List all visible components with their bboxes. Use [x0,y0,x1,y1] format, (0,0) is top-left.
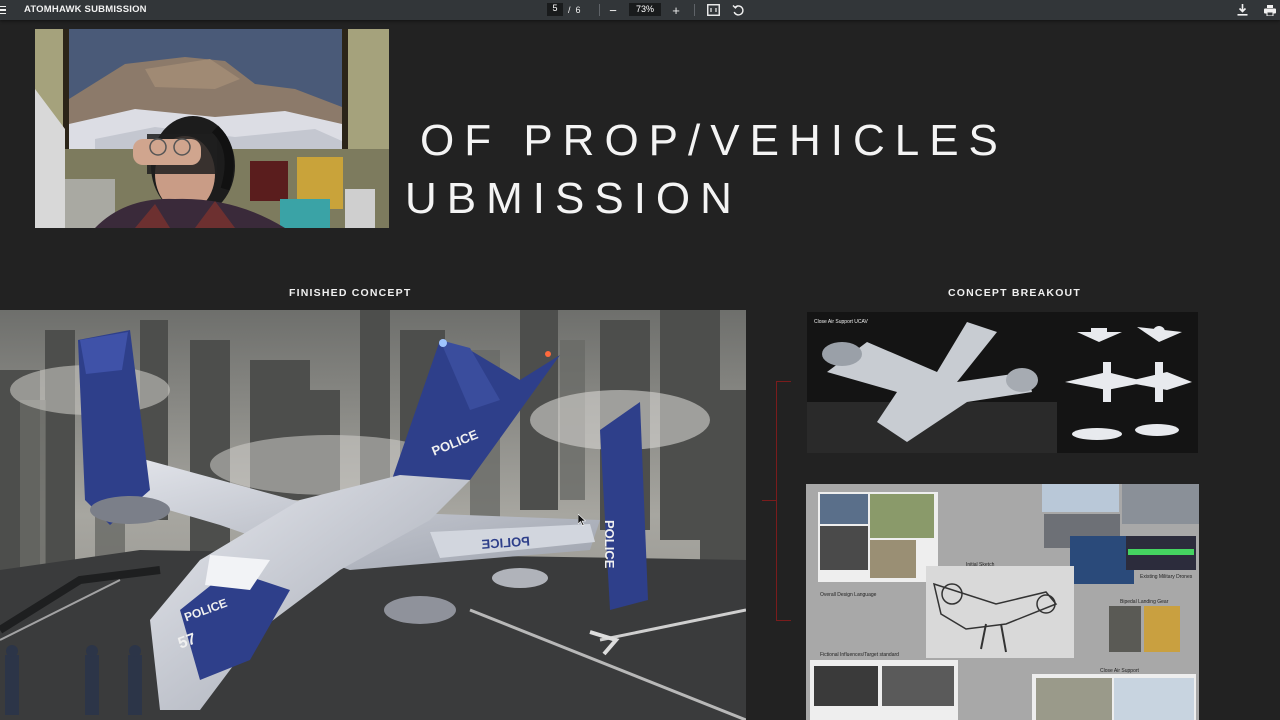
ucav-sheet-header: Close Air Support UCAV [814,319,868,325]
page-total: 6 [575,4,581,15]
concept-breakout-sheet-bottom: Initial Sketch Overall Design Language E… [806,484,1199,720]
fit-page-icon [706,4,720,16]
police-aircraft-illustration: POLICE POLICE POLICE POLICE 57 [0,310,746,720]
breakout-bracket [776,381,791,621]
zoom-level-input[interactable]: 73% [629,3,661,16]
mouse-cursor-icon [578,514,586,526]
slide-title-line-2: UBMISSION [405,174,742,223]
concept-breakout-label: CONCEPT BREAKOUT [948,287,1081,299]
tail-police-text: POLICE [602,520,617,569]
webcam-feed-image [35,29,389,228]
toolbar-divider [694,4,695,16]
slide-title-line-1: OF PROP/VEHICLES [420,116,1008,165]
reference-moodboard: Initial Sketch Overall Design Language E… [806,484,1199,720]
menu-icon[interactable] [0,3,8,17]
close-air-support-label: Close Air Support [1100,668,1140,674]
finished-concept-image: POLICE POLICE POLICE POLICE 57 [0,310,746,720]
page-number-input[interactable]: 5 [547,3,563,16]
initial-sketch-label: Initial Sketch [966,562,995,568]
fictional-influences-label: Fictional Influences/Target standard [820,652,899,658]
download-icon [1237,4,1247,16]
existing-drones-label: Existing Military Drones [1140,574,1193,580]
document-title: ATOMHAWK SUBMISSION [24,4,147,15]
rotate-icon [732,4,744,16]
slide-title: OF PROP/VEHICLES UBMISSION [405,112,1008,228]
print-icon [1264,4,1276,16]
ucav-render-sheet: Close Air Support UCAV [807,312,1198,453]
page-navigation: 5 / 6 [547,3,581,16]
breakout-bracket-tick [762,500,776,501]
finished-concept-label: FINISHED CONCEPT [289,287,412,299]
toolbar-divider [599,4,600,16]
print-button[interactable] [1262,2,1278,18]
webcam-overlay [35,29,389,228]
concept-breakout-sheet-top: Close Air Support UCAV [807,312,1198,453]
rotate-button[interactable] [730,2,746,18]
page-separator: / [568,4,571,15]
zoom-out-button[interactable]: − [605,2,621,18]
bipedal-gear-label: Bipedal Landing Gear [1120,599,1169,605]
zoom-in-button[interactable]: + [668,2,684,18]
pdf-toolbar: ATOMHAWK SUBMISSION 5 / 6 − 73% + [0,0,1280,20]
fit-page-button[interactable] [705,2,721,18]
download-button[interactable] [1234,2,1250,18]
overall-design-label: Overall Design Language [820,592,877,598]
